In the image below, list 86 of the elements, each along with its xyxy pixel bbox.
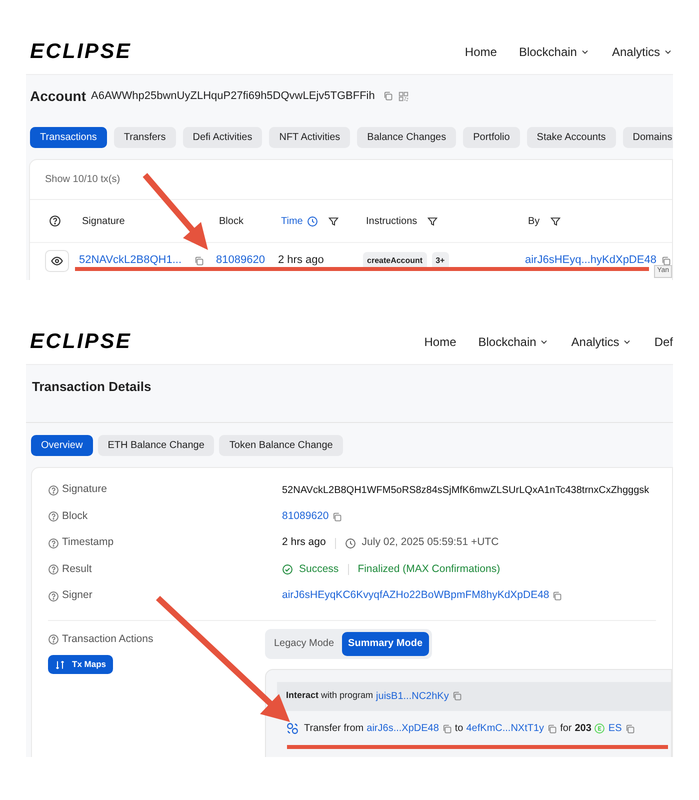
account-title: Account — [30, 86, 86, 106]
time-cell-text: 2 hrs ago — [278, 253, 325, 268]
transfer-label: Transfer from — [304, 722, 364, 736]
relative-time: 2 hrs ago — [282, 535, 326, 550]
eye-icon — [51, 254, 63, 266]
tx-maps-button[interactable]: Tx Maps — [48, 655, 114, 674]
nav-link[interactable]: Blockchain — [478, 333, 550, 351]
check-circle-icon — [282, 564, 293, 576]
copy-icon — [624, 724, 635, 734]
help-icon — [49, 215, 61, 227]
tab[interactable]: Portfolio — [463, 127, 520, 148]
column-header[interactable]: Time — [281, 214, 303, 228]
field-label: Signature — [62, 482, 107, 498]
connector-word: for — [560, 722, 572, 736]
view-button[interactable] — [45, 250, 69, 272]
token-link[interactable]: ES — [608, 721, 622, 736]
signature-value: 52NAVckL2B8QH1WFM5oRS8z84sSjMfK6mwZLSUrLQxA1nTc438trnxCxZhgggsk — [282, 484, 650, 498]
copy-icon — [194, 256, 204, 266]
field-label: Signer — [62, 588, 92, 604]
column-header[interactable]: By — [528, 214, 540, 228]
copy-icon — [332, 512, 342, 522]
column-header[interactable]: Block — [219, 214, 244, 228]
filter-icon — [427, 216, 438, 226]
copy-icon — [547, 724, 558, 734]
address-link[interactable]: airJ6s...XpDE48 — [366, 721, 439, 736]
connector-word: to — [454, 722, 464, 736]
clock-icon — [344, 538, 356, 549]
filter-icon — [328, 216, 339, 226]
address-link[interactable]: airJ6sHEyqKC6KvyqfAZHo22BoWBpmFM8hyKdXpDE48 — [282, 588, 550, 604]
help-icon — [48, 538, 59, 549]
mode-tab[interactable]: Summary Mode — [342, 632, 429, 656]
copy-icon — [452, 691, 462, 701]
token-icon — [594, 723, 606, 734]
column-header[interactable]: Signature — [82, 214, 125, 228]
swap-arrows-icon — [55, 660, 65, 670]
mode-tab[interactable]: Legacy Mode — [268, 632, 340, 656]
copy-icon — [442, 724, 452, 734]
address-link[interactable]: 4efKmC...NXtT1y — [466, 721, 544, 736]
nav-link[interactable]: Blockchain — [518, 43, 590, 61]
tx-count: Show 10/10 tx(s) — [45, 173, 120, 187]
account-address: A6AWWhp25bwnUyZLHquP27fi69h5DQvwLEjv5TGBFFih — [91, 88, 375, 104]
transfer-icon — [286, 722, 299, 735]
copy-icon — [661, 256, 672, 266]
block-link[interactable]: 81089620 — [216, 252, 278, 269]
signer-link[interactable]: airJ6sHEyq...hyKdXpDE48 — [525, 252, 656, 269]
interact-text: Interact with program — [286, 689, 374, 702]
nav-link[interactable]: Home — [464, 43, 497, 61]
help-icon — [48, 564, 59, 576]
logo[interactable]: ECLIPSE — [30, 36, 132, 68]
nav-link[interactable]: Home — [424, 333, 456, 351]
timestamp-value: July 02, 2025 05:59:51 +UTC — [362, 535, 499, 550]
copy-icon — [382, 91, 393, 101]
tab[interactable]: Domains — [622, 127, 673, 148]
tab[interactable]: NFT Activities — [269, 127, 350, 148]
nav-link[interactable]: Analytics — [612, 43, 673, 61]
clock-icon — [306, 216, 318, 226]
finality-text: Finalized (MAX Confirmations) — [358, 562, 500, 577]
help-icon — [48, 484, 59, 496]
field-label: Result — [62, 562, 92, 577]
copy-icon — [552, 591, 562, 602]
logo[interactable]: ECLIPSE — [30, 326, 132, 358]
help-icon — [48, 511, 59, 522]
tab[interactable]: Stake Accounts — [526, 127, 616, 148]
tab[interactable]: Balance Changes — [357, 127, 456, 148]
tab[interactable]: Transactions — [30, 127, 107, 148]
tab[interactable]: Transfers — [114, 127, 176, 148]
status-text: Success — [299, 562, 339, 577]
filter-icon — [550, 216, 561, 226]
amount: 203 — [574, 722, 592, 736]
help-icon — [48, 634, 59, 645]
column-header[interactable]: Instructions — [366, 214, 418, 228]
tab[interactable]: ETH Balance Change — [98, 434, 214, 456]
help-icon — [48, 590, 59, 602]
address-link[interactable]: 81089620 — [282, 508, 329, 525]
nav-link[interactable]: Def — [654, 333, 673, 351]
qr-code-icon — [398, 90, 409, 102]
field-label: Timestamp — [62, 535, 114, 550]
tab[interactable]: Overview — [31, 434, 93, 456]
tab[interactable]: Token Balance Change — [219, 434, 343, 456]
nav-link[interactable]: Analytics — [571, 333, 632, 351]
program-link[interactable]: juisB1...NC2hKy — [376, 688, 449, 704]
field-label: Transaction Actions — [62, 632, 154, 646]
signature-link[interactable]: 52NAVckL2B8QH1... — [79, 252, 182, 269]
tab[interactable]: Defi Activities — [182, 127, 262, 148]
page-title: Transaction Details — [32, 378, 152, 396]
field-label: Block — [62, 508, 88, 524]
